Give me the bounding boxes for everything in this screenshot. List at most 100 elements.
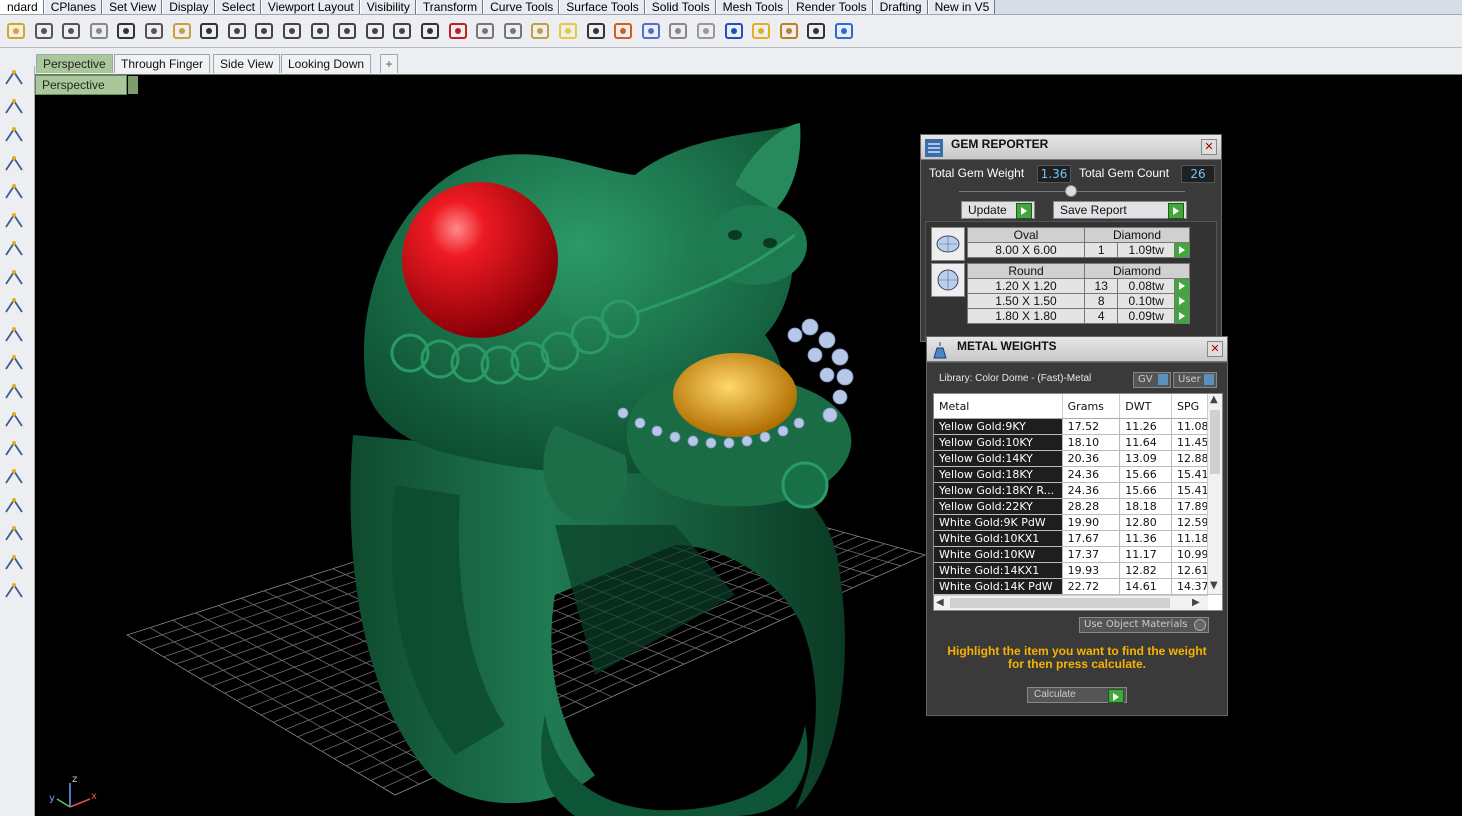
metal-weights-titlebar[interactable]: METAL WEIGHTS ✕	[927, 337, 1227, 362]
mesh-icon[interactable]	[2, 294, 26, 318]
array-icon[interactable]	[2, 380, 26, 404]
scroll-thumb[interactable]	[950, 598, 1170, 608]
shaded-sphere-icon[interactable]	[666, 19, 690, 43]
menu-tab[interactable]: Display	[162, 0, 215, 14]
zoom-icon[interactable]	[280, 19, 304, 43]
fillet-icon[interactable]	[2, 209, 26, 233]
menu-tab[interactable]: Solid Tools	[644, 0, 716, 14]
menu-tab[interactable]: Surface Tools	[559, 0, 645, 14]
scale-icon[interactable]	[2, 437, 26, 461]
column-header[interactable]: Grams	[1062, 394, 1121, 419]
scroll-left-icon[interactable]: ◀	[936, 597, 944, 608]
table-row[interactable]: Yellow Gold:22KY 28.28 18.18 17.89	[934, 498, 1222, 515]
menu-tab[interactable]: Drafting	[872, 0, 928, 14]
move-view-icon[interactable]	[252, 19, 276, 43]
menu-tab[interactable]: Mesh Tools	[715, 0, 790, 14]
menu-tab[interactable]: ndard	[0, 0, 44, 14]
select-gem-button[interactable]	[1173, 242, 1191, 258]
check-icon[interactable]	[2, 551, 26, 575]
help-icon[interactable]	[832, 19, 856, 43]
paint-icon[interactable]	[2, 579, 26, 603]
vertical-scrollbar[interactable]: ▲ ▼	[1207, 394, 1222, 594]
settings-icon[interactable]	[777, 19, 801, 43]
color-wheel-icon[interactable]	[639, 19, 663, 43]
cplane-icon[interactable]	[501, 19, 525, 43]
analyze-icon[interactable]	[2, 522, 26, 546]
select-gem-button[interactable]	[1173, 278, 1191, 294]
globe-icon[interactable]	[722, 19, 746, 43]
paste-icon[interactable]	[170, 19, 194, 43]
table-row[interactable]: Yellow Gold:18KY 24.36 15.66 15.41	[934, 466, 1222, 483]
tab-looking-down[interactable]: Looking Down	[281, 54, 372, 73]
polyline-icon[interactable]	[2, 95, 26, 119]
menu-tab[interactable]: Curve Tools	[483, 0, 560, 14]
menu-tab[interactable]: Viewport Layout	[260, 0, 360, 14]
table-row[interactable]: White Gold:9K PdW 19.90 12.80 12.59	[934, 514, 1222, 531]
scroll-right-icon[interactable]: ▶	[1192, 597, 1200, 608]
explode-icon[interactable]	[2, 323, 26, 347]
camera-icon[interactable]	[473, 19, 497, 43]
cut-icon[interactable]	[114, 19, 138, 43]
zoom-window-icon[interactable]	[308, 19, 332, 43]
table-row[interactable]: Yellow Gold:14KY 20.36 13.09 12.88	[934, 450, 1222, 467]
rectangle-icon[interactable]	[2, 152, 26, 176]
import-icon[interactable]	[87, 19, 111, 43]
gem-row[interactable]: 1.80 X 1.80 4 0.09tw	[967, 308, 1191, 324]
four-viewports-icon[interactable]	[418, 19, 442, 43]
table-row[interactable]: Yellow Gold:18KY R... 24.36 15.66 15.41	[934, 482, 1222, 499]
gv-toggle[interactable]: GV	[1133, 372, 1171, 388]
add-viewport-tab-button[interactable]: +	[380, 54, 398, 73]
tab-perspective[interactable]: Perspective	[36, 54, 113, 73]
zoom-extents-icon[interactable]	[335, 19, 359, 43]
tab-side-view[interactable]: Side View	[213, 54, 281, 73]
rotate-view-icon[interactable]	[390, 19, 414, 43]
user-toggle[interactable]: User	[1173, 372, 1217, 388]
menu-tab[interactable]: Visibility	[359, 0, 416, 14]
close-icon[interactable]: ✕	[1201, 139, 1217, 155]
scroll-thumb[interactable]	[1210, 410, 1220, 474]
calculate-button[interactable]: Calculate	[1027, 687, 1127, 703]
snap-icon[interactable]	[528, 19, 552, 43]
text-icon[interactable]	[2, 494, 26, 518]
gem-reporter-titlebar[interactable]: GEM REPORTER ✕	[921, 135, 1221, 160]
scroll-up-icon[interactable]: ▲	[1210, 394, 1218, 405]
open-icon[interactable]	[4, 19, 28, 43]
select-gem-button[interactable]	[1173, 293, 1191, 309]
gem-row[interactable]: 8.00 X 6.00 1 1.09tw	[967, 242, 1191, 258]
metal-table[interactable]: Metal Grams DWT SPG Yellow Gold:9KY 17.52 11.…	[933, 393, 1223, 611]
table-row[interactable]: White Gold:10KW 17.37 11.17 10.99	[934, 546, 1222, 563]
select-gem-button[interactable]	[1173, 308, 1191, 324]
layer-icon[interactable]	[611, 19, 635, 43]
surface-icon[interactable]	[2, 237, 26, 261]
lock-icon[interactable]	[584, 19, 608, 43]
menu-tab[interactable]: New in V5	[927, 0, 996, 14]
scroll-down-icon[interactable]: ▼	[1210, 580, 1218, 591]
perspective-viewport[interactable]: Perspective z x y	[35, 75, 1462, 816]
select-arrow-icon[interactable]	[749, 19, 773, 43]
light-icon[interactable]	[556, 19, 580, 43]
horizontal-scrollbar[interactable]: ◀ ▶	[934, 595, 1208, 610]
table-row[interactable]: Yellow Gold:10KY 18.10 11.64 11.45	[934, 434, 1222, 451]
undo-icon[interactable]	[197, 19, 221, 43]
column-header[interactable]: Metal	[934, 394, 1063, 419]
pan-icon[interactable]	[225, 19, 249, 43]
menu-tab[interactable]: Render Tools	[789, 0, 873, 14]
close-icon[interactable]: ✕	[1207, 341, 1223, 357]
column-header[interactable]: DWT	[1119, 394, 1172, 419]
menu-tab[interactable]: CPlanes	[43, 0, 103, 14]
menu-tab[interactable]: Set View	[102, 0, 163, 14]
solid-sphere-icon[interactable]	[2, 266, 26, 290]
arc-icon[interactable]	[2, 180, 26, 204]
gem-row[interactable]: 1.50 X 1.50 8 0.10tw	[967, 293, 1191, 309]
table-row[interactable]: White Gold:10KX1 17.67 11.36 11.18	[934, 530, 1222, 547]
circle-icon[interactable]	[2, 123, 26, 147]
menu-tab[interactable]: Transform	[415, 0, 484, 14]
menu-tab[interactable]: Select	[214, 0, 261, 14]
dimension-icon[interactable]	[2, 351, 26, 375]
gem-row[interactable]: 1.20 X 1.20 13 0.08tw	[967, 278, 1191, 294]
zoom-selected-icon[interactable]	[363, 19, 387, 43]
slider-handle[interactable]	[1065, 185, 1077, 197]
update-button[interactable]: Update	[961, 201, 1035, 219]
curve-icon[interactable]	[2, 408, 26, 432]
render-sphere-icon[interactable]	[694, 19, 718, 43]
